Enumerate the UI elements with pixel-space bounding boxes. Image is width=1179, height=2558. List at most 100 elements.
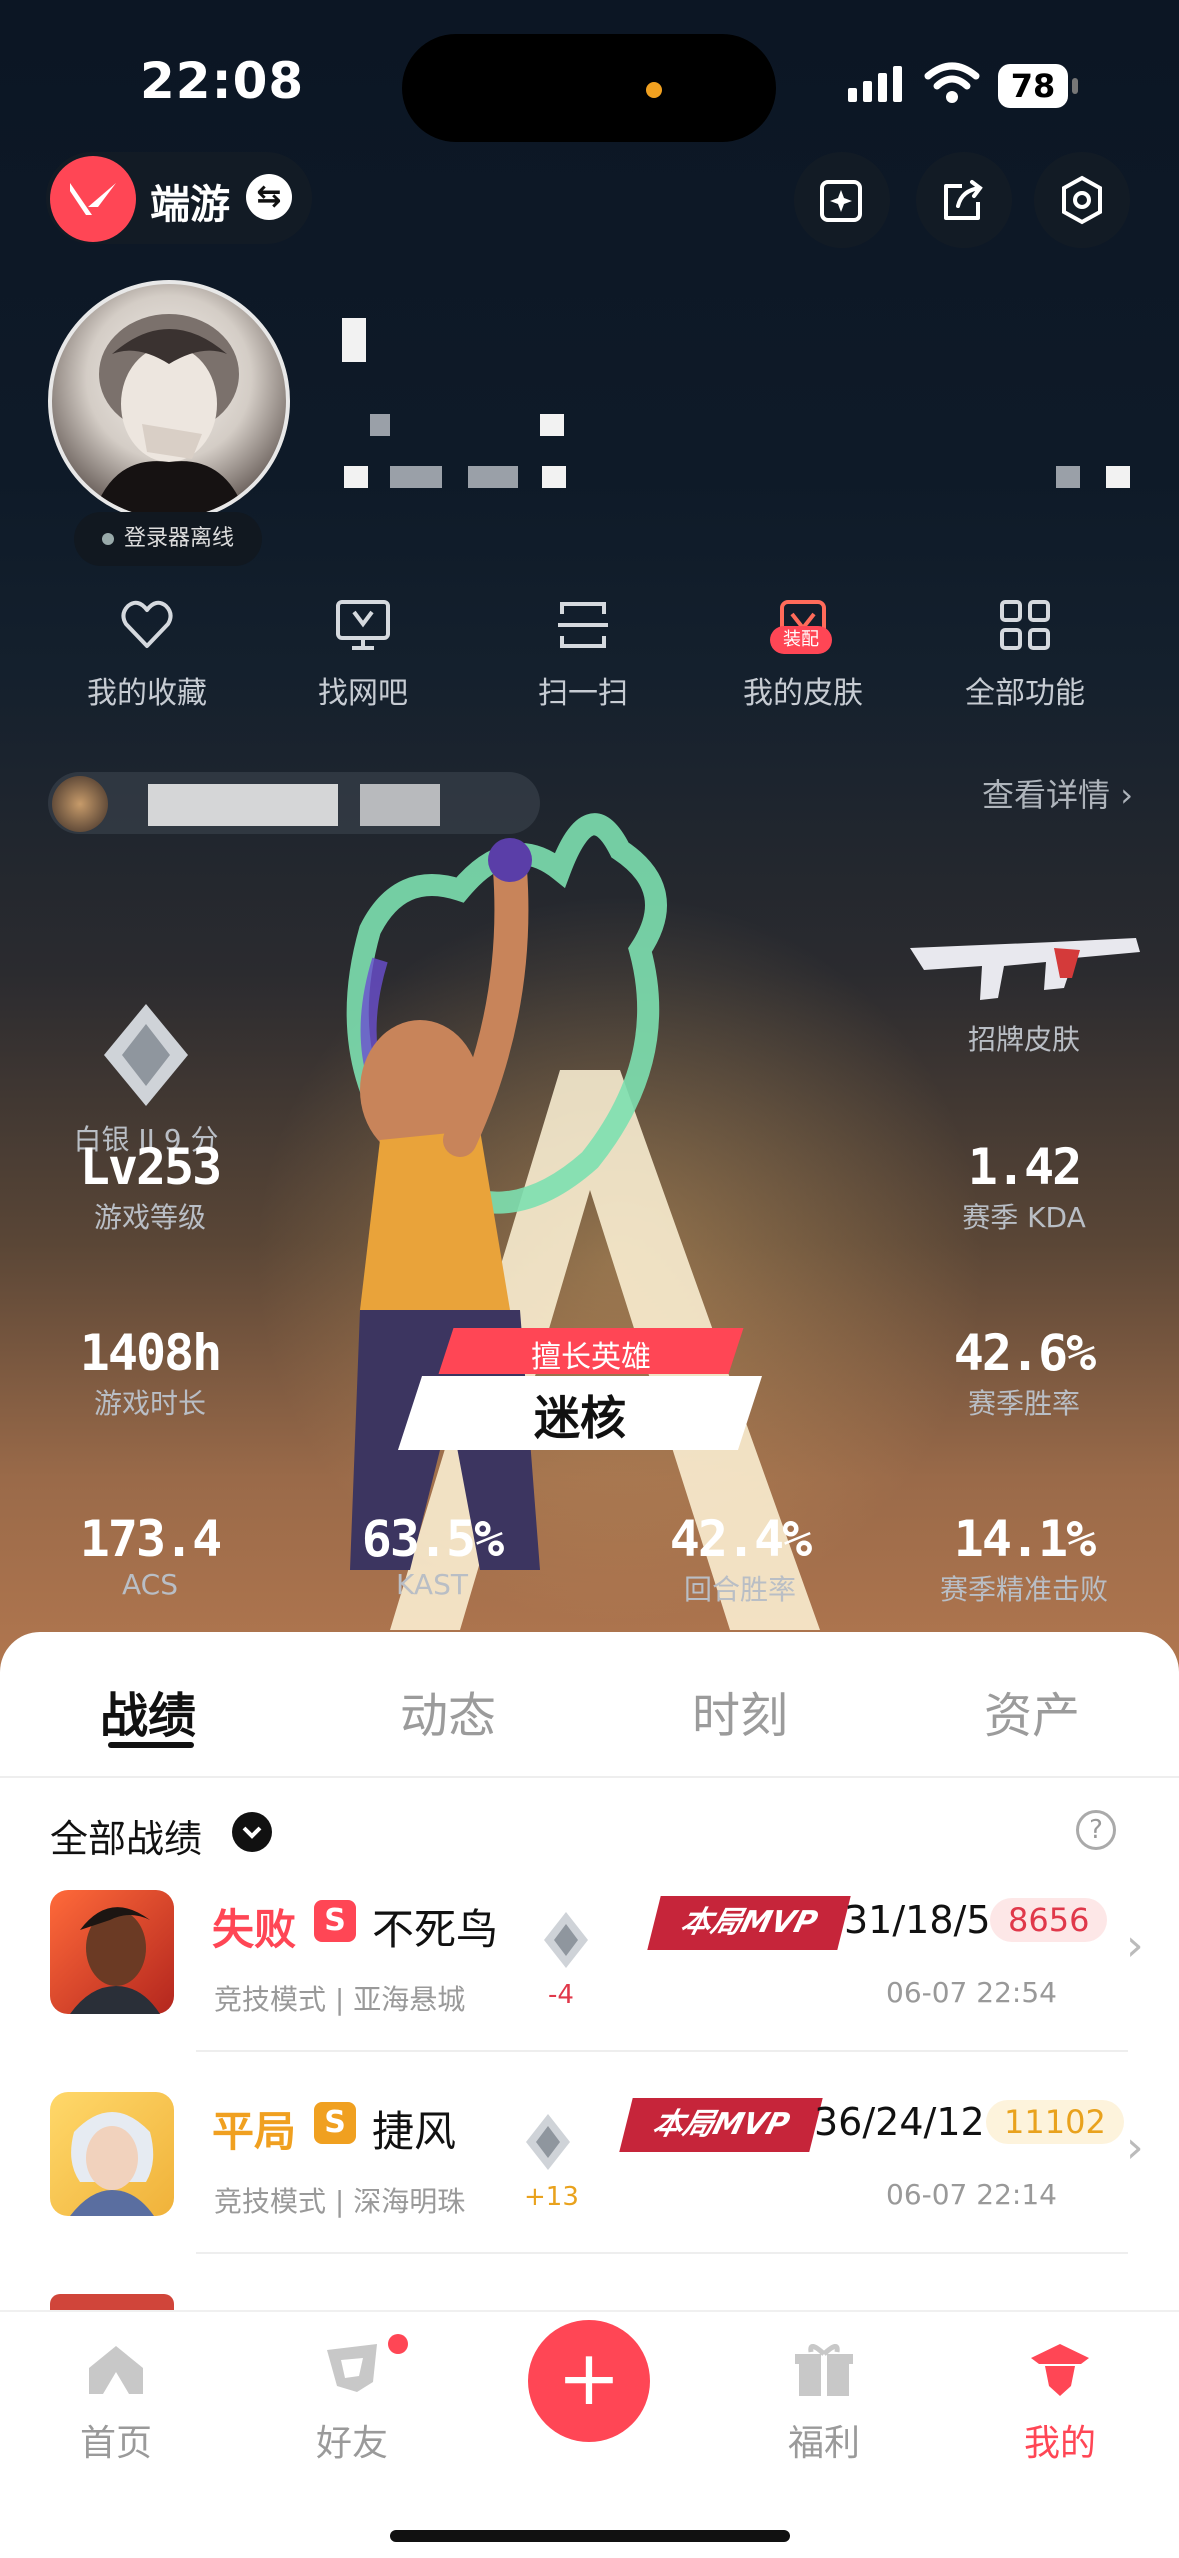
rank-block[interactable]: 白银 II 9 分: [26, 1000, 266, 1158]
silver-rank-icon: [544, 1912, 588, 1968]
match-date: 06-07 22:54: [886, 1976, 1057, 2009]
featured-skin-label: 招牌皮肤: [967, 1023, 1080, 1056]
level-value: Lv253: [79, 1138, 223, 1196]
notification-dot: [388, 2334, 408, 2354]
nav-rewards-label: 福利: [787, 2423, 860, 2464]
valorant-logo-mark: [70, 183, 116, 215]
mvp-badge: 本局MVP: [619, 2098, 823, 2152]
kast-stat: 63.5% KAST: [312, 1510, 552, 1601]
match-mode: 竞技模式 | 亚海悬城: [214, 1983, 466, 2016]
gift-icon: [795, 2344, 853, 2396]
silver-rank-icon: [526, 2114, 570, 2170]
redacted-block: [370, 414, 390, 436]
round-win-stat: 42.4% 回合胜率: [620, 1510, 860, 1608]
avatar[interactable]: [48, 280, 290, 522]
gear-icon: [1062, 175, 1102, 225]
tab-assets[interactable]: 资产: [984, 1676, 1080, 1746]
profile-icon: [1031, 2344, 1089, 2396]
winrate-value: 42.6%: [953, 1324, 1097, 1382]
chevron-down-icon[interactable]: [232, 1812, 272, 1852]
match-score: 8656: [990, 1898, 1108, 1942]
kda-label: 赛季 KDA: [962, 1201, 1086, 1234]
match-kda: 31/18/5: [844, 1898, 991, 1942]
quick-my-skins-label: 我的皮肤: [743, 676, 863, 711]
scan-icon: [558, 602, 608, 648]
friends-icon: [327, 2344, 377, 2392]
agent-artwork: [346, 813, 820, 1630]
nav-rewards[interactable]: 福利: [744, 2340, 904, 2466]
quick-find-cafe-label: 找网吧: [318, 676, 408, 711]
quick-scan[interactable]: 扫一扫: [488, 596, 678, 712]
tab-feed[interactable]: 动态: [400, 1676, 496, 1746]
precision-stat: 14.1% 赛季精准击败: [904, 1510, 1144, 1608]
home-icon: [89, 2346, 143, 2394]
battery-tip: [1072, 78, 1078, 94]
level-label: 游戏等级: [93, 1201, 206, 1234]
kast-value: 63.5%: [361, 1510, 505, 1568]
featured-skin-block[interactable]: 招牌皮肤: [904, 918, 1144, 1058]
phoenix-portrait: [70, 1907, 160, 2014]
add-photo-button[interactable]: [794, 152, 890, 248]
silver-rank-icon: [104, 1004, 188, 1106]
redacted-block: [540, 414, 564, 436]
quick-all-features[interactable]: 全部功能: [930, 596, 1120, 712]
redacted-block: [1056, 466, 1080, 488]
chevron-down-glyph: [242, 1826, 262, 1839]
redacted-block: [542, 466, 566, 488]
redacted-name: [342, 318, 366, 362]
redacted-block: [390, 466, 442, 488]
avatar-portrait: [92, 314, 247, 518]
status-time: 22:08: [140, 52, 305, 110]
wifi-icon: [924, 62, 980, 103]
share-icon: [944, 180, 983, 220]
winrate-label: 赛季胜率: [967, 1387, 1080, 1420]
quick-favorites[interactable]: 我的收藏: [52, 596, 242, 712]
share-button[interactable]: [916, 152, 1012, 248]
rank-change: +13: [524, 2182, 579, 2212]
nav-create-button[interactable]: +: [528, 2320, 650, 2442]
acs-value: 173.4: [79, 1510, 223, 1568]
redacted-block: [1106, 466, 1130, 488]
view-details-link[interactable]: 查看详情 ›: [982, 770, 1133, 816]
nav-profile[interactable]: 我的: [980, 2340, 1140, 2466]
redacted-block: [468, 466, 518, 488]
quick-favorites-label: 我的收藏: [87, 676, 207, 711]
playtime-value: 1408h: [79, 1324, 223, 1382]
records-filter[interactable]: 全部战绩: [50, 1808, 202, 1863]
nav-home-label: 首页: [79, 2423, 152, 2464]
rank-change-value: +13: [524, 2182, 579, 2212]
help-icon[interactable]: ?: [1076, 1810, 1116, 1850]
launcher-status-badge: 登录器离线: [74, 512, 262, 566]
round-win-value: 42.4%: [669, 1510, 813, 1568]
jett-portrait: [70, 2112, 154, 2216]
redacted-block: [344, 466, 368, 488]
swap-icon[interactable]: ⇆: [246, 174, 292, 220]
nav-friends-label: 好友: [315, 2423, 388, 2464]
nav-friends[interactable]: 好友: [272, 2334, 432, 2466]
tab-indicator: [108, 1742, 194, 1748]
nav-home[interactable]: 首页: [36, 2340, 196, 2466]
rank-change: -4: [548, 1980, 574, 2010]
mvp-badge: 本局MVP: [647, 1896, 851, 1950]
view-details-text: 查看详情: [982, 776, 1111, 814]
chevron-right-icon[interactable]: ›: [1126, 2122, 1144, 2173]
s-rank-badge: S: [314, 2102, 356, 2144]
settings-button[interactable]: [1034, 152, 1130, 248]
rank-change-value: -4: [548, 1980, 574, 2010]
home-indicator: [390, 2530, 790, 2542]
quick-find-cafe[interactable]: 找网吧: [268, 596, 458, 712]
quick-my-skins[interactable]: 装配 我的皮肤: [708, 596, 898, 712]
tab-records[interactable]: 战绩: [100, 1676, 196, 1746]
valorant-logo: [50, 156, 136, 242]
kda-stat: 1.42 赛季 KDA: [904, 1138, 1144, 1236]
hero-name: 迷核: [534, 1391, 626, 1445]
chevron-right-icon[interactable]: ›: [1126, 1920, 1144, 1971]
s-rank-badge: S: [314, 1900, 356, 1942]
playtime-stat: 1408h 游戏时长: [30, 1324, 270, 1422]
player-card-avatar: [52, 776, 108, 832]
match-agent-avatar: [50, 1890, 174, 2014]
tab-moments[interactable]: 时刻: [692, 1676, 788, 1746]
tab-divider: [0, 1776, 1179, 1778]
heart-icon: [121, 600, 173, 648]
winrate-stat: 42.6% 赛季胜率: [904, 1324, 1144, 1422]
